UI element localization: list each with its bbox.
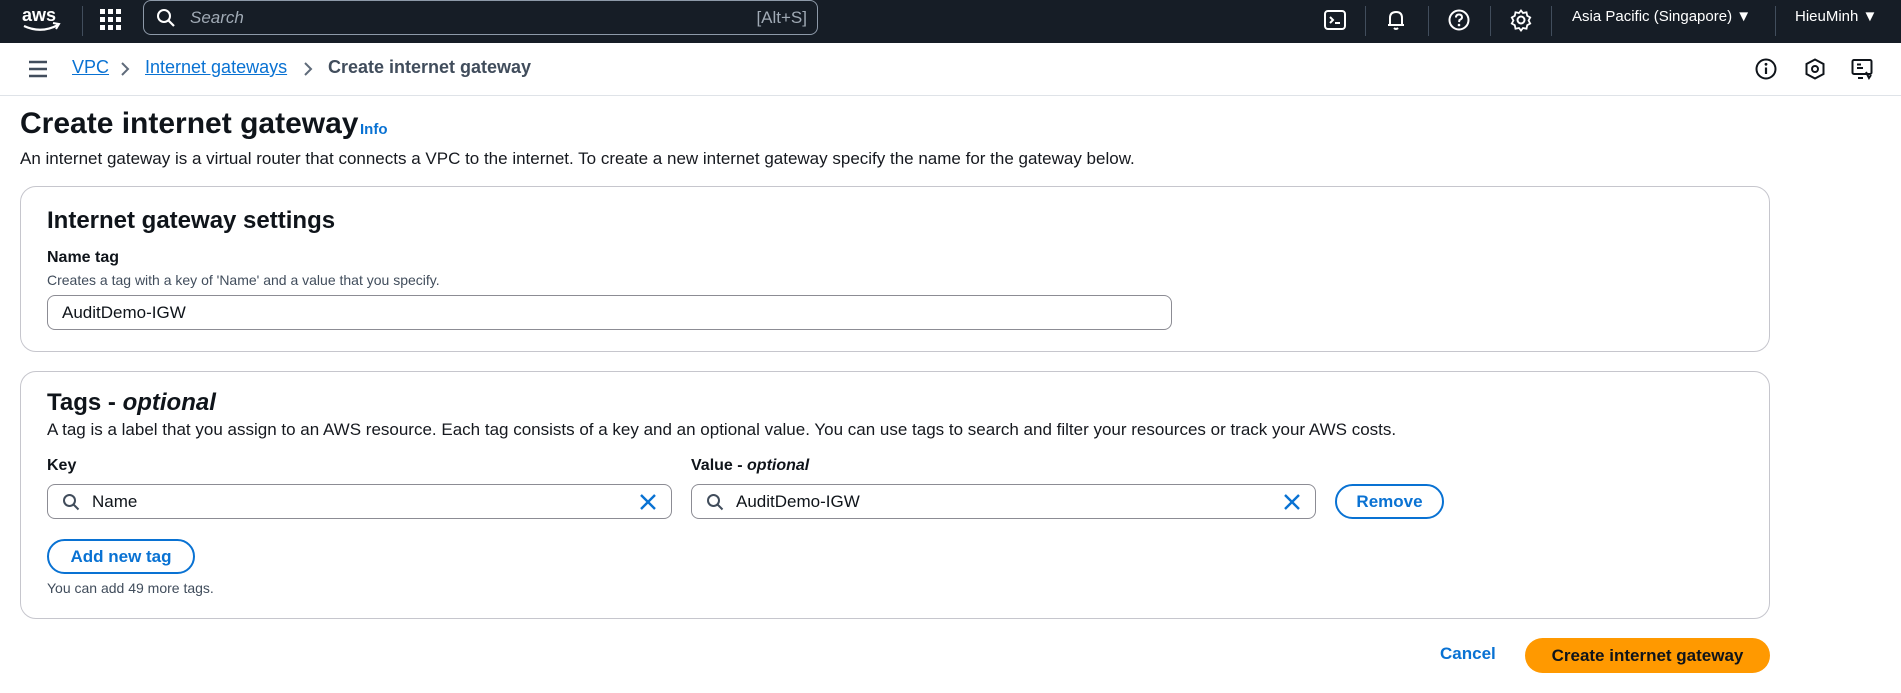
chevron-right-icon [304, 62, 313, 76]
top-navigation-bar: aws Search [Alt+S] Asia Pacific (Singapo… [0, 0, 1901, 43]
info-circle-icon[interactable] [1754, 57, 1778, 81]
internet-gateway-settings-panel: Internet gateway settings Name tag Creat… [20, 186, 1770, 352]
menu-icon[interactable] [28, 60, 48, 78]
key-label: Key [47, 457, 77, 474]
create-internet-gateway-button[interactable]: Create internet gateway [1525, 638, 1770, 673]
clear-x-icon[interactable] [1283, 493, 1301, 511]
clear-x-icon[interactable] [639, 493, 657, 511]
search-icon [157, 9, 175, 27]
breadcrumb-current: Create internet gateway [328, 57, 532, 77]
search-icon [63, 494, 80, 511]
apps-grid-icon[interactable] [98, 7, 124, 33]
divider [1490, 6, 1491, 36]
breadcrumb-vpc[interactable]: VPC [72, 57, 109, 78]
cancel-button[interactable]: Cancel [1440, 644, 1496, 664]
help-icon[interactable] [1447, 8, 1471, 32]
security-hexagon-icon[interactable] [1803, 57, 1827, 81]
value-label: Value - optional [691, 457, 810, 474]
page-title: Create internet gateway [20, 107, 359, 140]
search-icon [707, 494, 724, 511]
name-tag-label: Name tag [47, 249, 120, 266]
tags-description: A tag is a label that you assign to an A… [47, 420, 1397, 439]
divider [1775, 6, 1776, 36]
search-shortcut: [Alt+S] [756, 8, 807, 27]
settings-gear-icon[interactable] [1509, 8, 1533, 32]
divider [1551, 6, 1552, 36]
divider [1365, 6, 1366, 36]
tag-value-value: AuditDemo-IGW [736, 491, 860, 511]
tags-panel-title: Tags - optional [47, 389, 216, 416]
tag-key-input[interactable]: Name [47, 484, 672, 519]
search-placeholder: Search [190, 8, 244, 27]
breadcrumb-internet-gateways[interactable]: Internet gateways [145, 57, 287, 78]
tag-limit-hint: You can add 49 more tags. [47, 580, 214, 596]
region-selector[interactable]: Asia Pacific (Singapore) ▼ [1572, 8, 1751, 25]
page-description: An internet gateway is a virtual router … [20, 149, 1135, 168]
divider [1428, 6, 1429, 36]
breadcrumb-bar: VPC Internet gateways Create internet ga… [0, 43, 1901, 96]
add-new-tag-button[interactable]: Add new tag [47, 539, 195, 574]
name-tag-hint: Creates a tag with a key of 'Name' and a… [47, 272, 440, 288]
chevron-right-icon [121, 62, 130, 76]
account-menu[interactable]: HieuMinh ▼ [1795, 8, 1877, 25]
aws-logo[interactable]: aws [20, 4, 62, 34]
divider [82, 6, 83, 36]
tag-key-value: Name [92, 491, 138, 511]
settings-panel-title: Internet gateway settings [47, 207, 336, 234]
name-tag-value: AuditDemo-IGW [62, 302, 186, 322]
name-tag-input[interactable]: AuditDemo-IGW [47, 295, 1172, 330]
info-link[interactable]: Info [360, 121, 388, 138]
cloudshell-icon[interactable] [1323, 8, 1347, 32]
feedback-screen-icon[interactable] [1850, 57, 1874, 81]
notifications-bell-icon[interactable] [1384, 8, 1408, 32]
tag-value-input[interactable]: AuditDemo-IGW [691, 484, 1316, 519]
tags-optional-label: optional [122, 389, 216, 416]
aws-logo-text: aws [22, 5, 56, 25]
global-search-input[interactable]: Search [Alt+S] [143, 0, 818, 35]
remove-tag-button[interactable]: Remove [1335, 484, 1444, 519]
tags-panel: Tags - optional A tag is a label that yo… [20, 371, 1770, 619]
